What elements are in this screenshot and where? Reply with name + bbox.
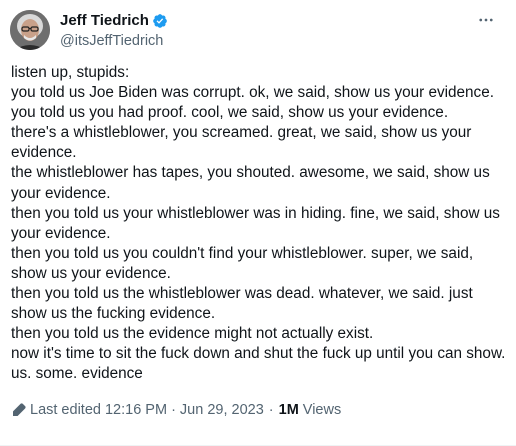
views-label: Views bbox=[302, 402, 342, 418]
author-names: Jeff Tiedrich @itsJeffTiedrich bbox=[60, 12, 168, 51]
verified-badge-icon[interactable] bbox=[152, 13, 168, 29]
avatar-image bbox=[10, 10, 50, 50]
display-name-row: Jeff Tiedrich bbox=[60, 12, 168, 30]
last-edited-timestamp[interactable]: Last edited 12:16 PM · Jun 29, 2023 bbox=[30, 402, 264, 418]
views-count: 1M bbox=[278, 402, 299, 418]
author-display-name[interactable]: Jeff Tiedrich bbox=[60, 12, 149, 30]
tweet-text: listen up, stupids: you told us Joe Bide… bbox=[11, 64, 506, 383]
tweet-header: Jeff Tiedrich @itsJeffTiedrich bbox=[10, 10, 506, 50]
avatar[interactable] bbox=[10, 10, 50, 50]
tweet: Jeff Tiedrich @itsJeffTiedrich listen up… bbox=[0, 0, 516, 446]
more-dots-glyph bbox=[479, 18, 493, 22]
author-handle[interactable]: @itsJeffTiedrich bbox=[60, 31, 168, 51]
footer-separator: · bbox=[268, 402, 274, 418]
tweet-metadata: Last edited 12:16 PM · Jun 29, 2023 · 1M… bbox=[11, 400, 341, 420]
pencil-edit-icon bbox=[13, 403, 26, 416]
more-horizontal-icon[interactable] bbox=[476, 10, 496, 30]
